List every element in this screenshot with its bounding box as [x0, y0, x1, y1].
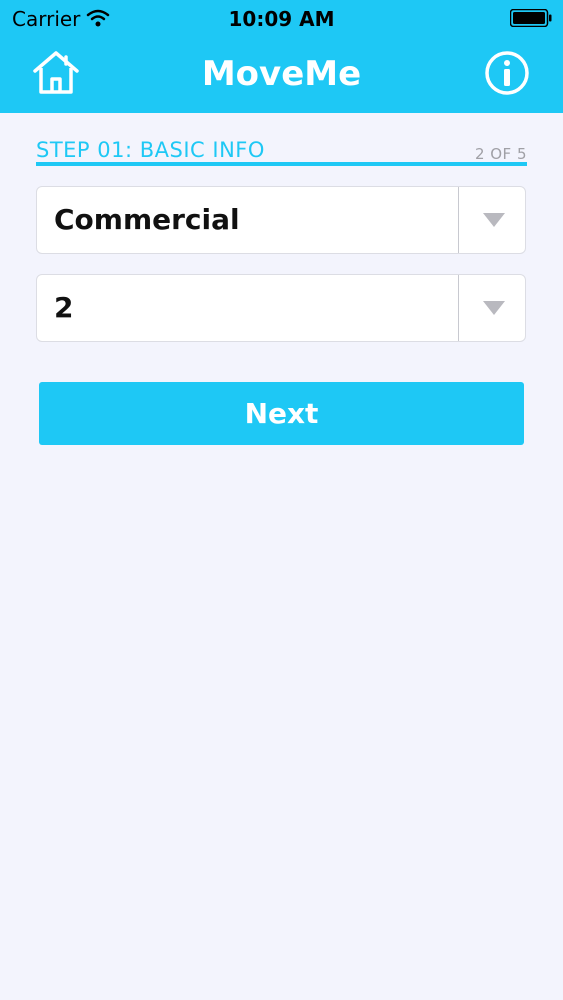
step-progress: 2 OF 5: [474, 145, 527, 163]
quantity-select[interactable]: 2: [36, 274, 526, 342]
chevron-down-icon[interactable]: [483, 301, 505, 315]
status-bar: Carrier 10:09 AM: [0, 0, 563, 38]
property-type-value: Commercial: [54, 203, 240, 236]
step-divider: [36, 162, 527, 166]
next-button[interactable]: Next: [39, 382, 524, 445]
info-icon[interactable]: [484, 50, 530, 96]
chevron-down-icon[interactable]: [483, 213, 505, 227]
top-header: Carrier 10:09 AM MoveMe: [0, 0, 563, 113]
quantity-value: 2: [54, 291, 74, 324]
navigation-bar: MoveMe: [0, 38, 563, 113]
app-title: MoveMe: [201, 54, 362, 94]
step-title: STEP 01: BASIC INFO: [36, 138, 265, 162]
status-time: 10:09 AM: [228, 7, 335, 31]
battery-icon: [510, 9, 552, 27]
select-divider: [458, 187, 459, 253]
select-divider: [458, 275, 459, 341]
property-type-select[interactable]: Commercial: [36, 186, 526, 254]
home-icon[interactable]: [30, 49, 82, 95]
